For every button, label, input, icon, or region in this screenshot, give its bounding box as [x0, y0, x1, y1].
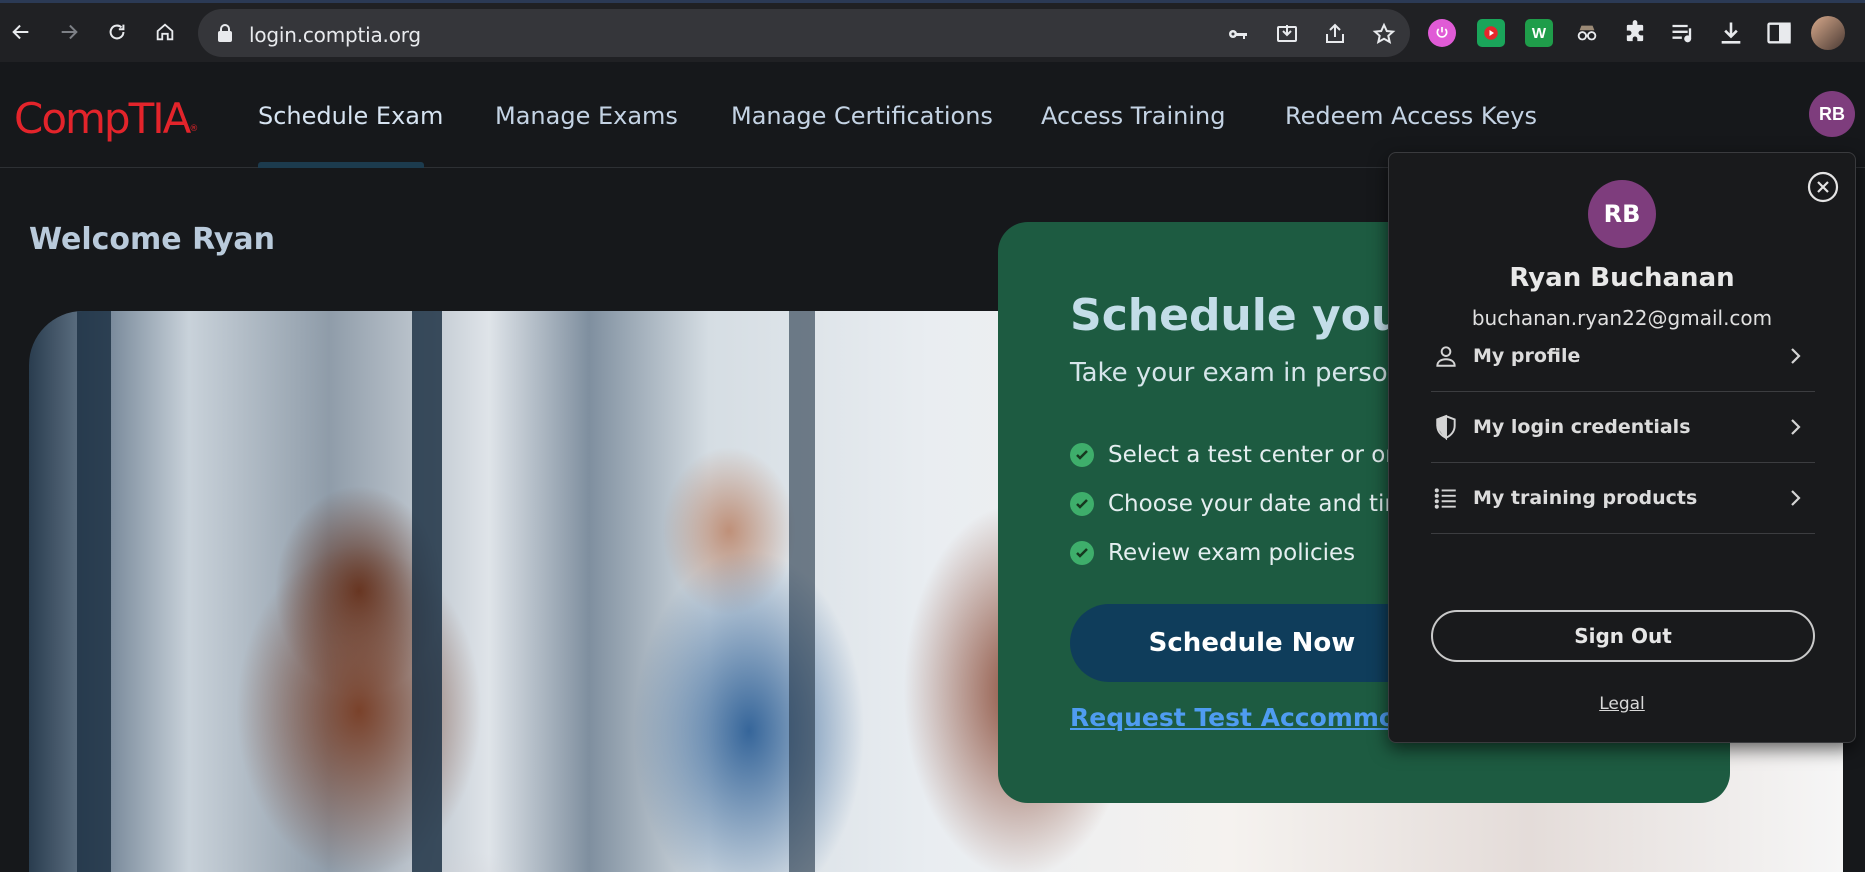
nav-access-training[interactable]: Access Training — [1041, 102, 1226, 130]
share-icon[interactable] — [1323, 22, 1347, 46]
promo-check-item: Select a test center or onl — [1070, 442, 1406, 468]
promo-check-text: Select a test center or onl — [1108, 442, 1407, 468]
bookmark-star-icon[interactable] — [1372, 22, 1396, 46]
active-nav-indicator — [258, 162, 424, 168]
home-button[interactable] — [150, 17, 180, 47]
menu-item-login-credentials[interactable]: My login credentials — [1431, 392, 1815, 463]
nav-manage-certifications[interactable]: Manage Certifications — [731, 102, 993, 130]
check-icon — [1070, 443, 1094, 467]
nav-schedule-exam[interactable]: Schedule Exam — [258, 102, 443, 130]
close-icon[interactable] — [1806, 170, 1840, 204]
back-button[interactable] — [6, 17, 36, 47]
menu-item-label: My training products — [1473, 487, 1698, 509]
legal-link[interactable]: Legal — [1389, 694, 1855, 714]
chevron-right-icon — [1783, 486, 1807, 510]
power-extension-icon[interactable] — [1428, 19, 1456, 47]
menu-item-label: My login credentials — [1473, 416, 1691, 438]
downloads-icon[interactable] — [1717, 19, 1745, 47]
check-icon — [1070, 541, 1094, 565]
reload-button[interactable] — [102, 17, 132, 47]
play-extension-icon[interactable] — [1477, 19, 1505, 47]
comptia-logo[interactable]: CompTIA® — [14, 94, 198, 143]
sign-out-button[interactable]: Sign Out — [1431, 610, 1815, 662]
logo-mark: ® — [189, 124, 199, 134]
promo-check-item: Choose your date and tim — [1070, 491, 1407, 517]
welcome-heading: Welcome Ryan — [29, 222, 276, 257]
spy-extension-icon[interactable] — [1573, 19, 1601, 47]
check-icon — [1070, 492, 1094, 516]
request-accommodations-link[interactable]: Request Test Accommoda — [1070, 703, 1431, 732]
url-text[interactable]: login.comptia.org — [249, 23, 421, 47]
nav-manage-exams[interactable]: Manage Exams — [495, 102, 678, 130]
promo-check-text: Choose your date and tim — [1108, 491, 1407, 517]
promo-check-text: Review exam policies — [1108, 540, 1356, 566]
side-panel-icon[interactable] — [1765, 19, 1793, 47]
browser-profile-avatar[interactable] — [1811, 16, 1845, 50]
chevron-right-icon — [1783, 415, 1807, 439]
user-avatar-button[interactable]: RB — [1809, 91, 1855, 137]
list-icon — [1433, 485, 1459, 511]
browser-toolbar: login.comptia.org W — [0, 0, 1865, 62]
w-extension-label: W — [1531, 24, 1547, 42]
install-app-icon[interactable] — [1275, 22, 1299, 46]
user-name: Ryan Buchanan — [1509, 263, 1735, 293]
chevron-right-icon — [1783, 344, 1807, 368]
schedule-now-button[interactable]: Schedule Now — [1070, 604, 1434, 682]
nav-redeem-access-keys[interactable]: Redeem Access Keys — [1285, 102, 1537, 130]
promo-subtitle: Take your exam in person o — [1070, 358, 1429, 388]
key-icon[interactable] — [1226, 22, 1250, 46]
menu-item-label: My profile — [1473, 345, 1581, 367]
person-icon — [1433, 343, 1459, 369]
promo-title: Schedule your — [1070, 290, 1424, 341]
logo-text: CompTIA — [14, 94, 191, 143]
promo-check-item: Review exam policies — [1070, 540, 1355, 566]
w-extension-icon[interactable]: W — [1525, 19, 1553, 47]
media-queue-icon[interactable] — [1669, 19, 1697, 47]
menu-item-training-products[interactable]: My training products — [1431, 463, 1815, 534]
shield-icon — [1433, 414, 1459, 441]
extensions-puzzle-icon[interactable] — [1621, 19, 1649, 47]
forward-button[interactable] — [54, 17, 84, 47]
lock-icon[interactable] — [216, 23, 234, 43]
menu-avatar: RB — [1588, 180, 1656, 248]
profile-menu: RB Ryan Buchanan buchanan.ryan22@gmail.c… — [1388, 152, 1856, 743]
address-bar[interactable]: login.comptia.org — [198, 9, 1410, 57]
menu-item-my-profile[interactable]: My profile — [1431, 321, 1815, 392]
